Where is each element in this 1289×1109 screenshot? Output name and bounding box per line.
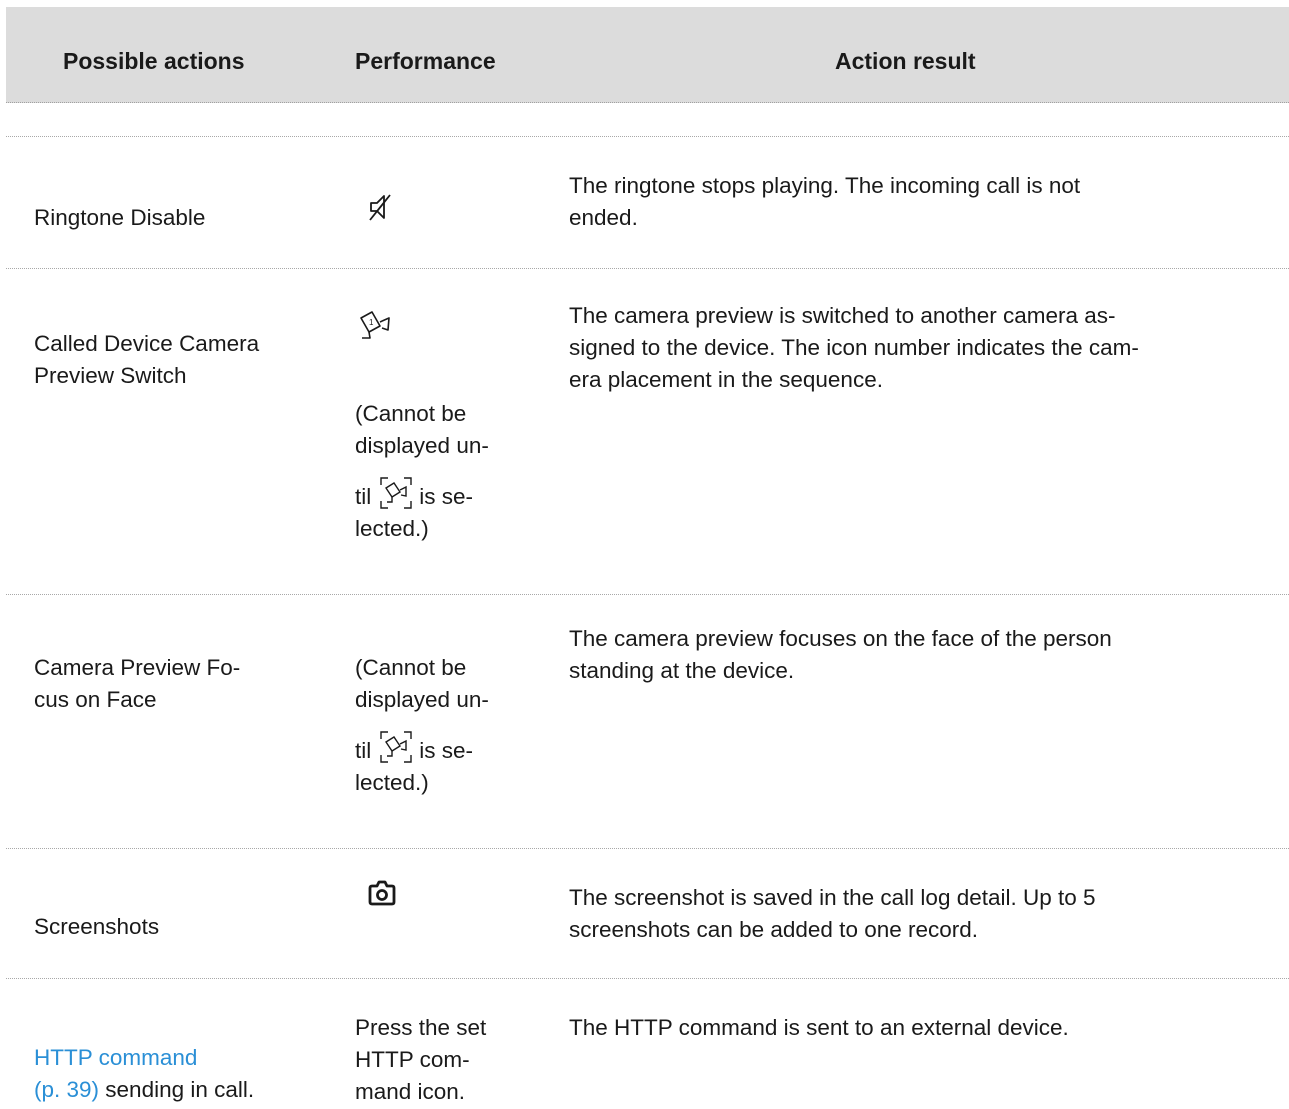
row-divider bbox=[6, 594, 1289, 595]
row2-action: Called Device Camera Preview Switch bbox=[34, 331, 260, 388]
row5-performance: Press the set HTTP com- mand icon. bbox=[355, 1015, 487, 1104]
row3-action: Camera Preview Fo- cus on Face bbox=[34, 655, 241, 712]
row5-action: HTTP command (p. 39) sending in call. bbox=[34, 1045, 255, 1102]
http-command-link[interactable]: HTTP command bbox=[34, 1045, 197, 1070]
row2-performance-note: (Cannot be displayed un- til is se- lect… bbox=[355, 401, 489, 541]
row1-action: Ringtone Disable bbox=[34, 205, 206, 230]
row2-result: The camera preview is switched to anothe… bbox=[569, 303, 1139, 392]
row4-result: The screenshot is saved in the call log … bbox=[569, 885, 1096, 942]
page-reference-link[interactable]: (p. 39) bbox=[34, 1077, 99, 1102]
row3-performance-note: (Cannot be displayed un- til is se- lect… bbox=[355, 655, 489, 795]
header-performance: Performance bbox=[355, 48, 496, 74]
header-action-result: Action result bbox=[835, 48, 976, 74]
row4-action: Screenshots bbox=[34, 914, 160, 939]
row-divider bbox=[6, 136, 1289, 137]
camera-screenshot-icon bbox=[368, 880, 396, 906]
row-divider bbox=[6, 848, 1289, 849]
row-divider bbox=[6, 268, 1289, 269]
row3-result: The camera preview focuses on the face o… bbox=[569, 626, 1112, 683]
camera-preview-frame-icon bbox=[380, 731, 412, 763]
ringtone-mute-icon bbox=[369, 194, 391, 221]
header-possible-actions: Possible actions bbox=[63, 48, 245, 74]
camera-switch-icon: 1 bbox=[360, 311, 390, 339]
row5-result: The HTTP command is sent to an external … bbox=[569, 1015, 1069, 1040]
row-divider bbox=[6, 978, 1289, 979]
table-header: Possible actions Performance Action resu… bbox=[6, 7, 1289, 103]
row1-result: The ringtone stops playing. The incoming… bbox=[569, 173, 1081, 230]
camera-preview-frame-icon bbox=[380, 477, 412, 509]
svg-text:1: 1 bbox=[369, 318, 374, 327]
